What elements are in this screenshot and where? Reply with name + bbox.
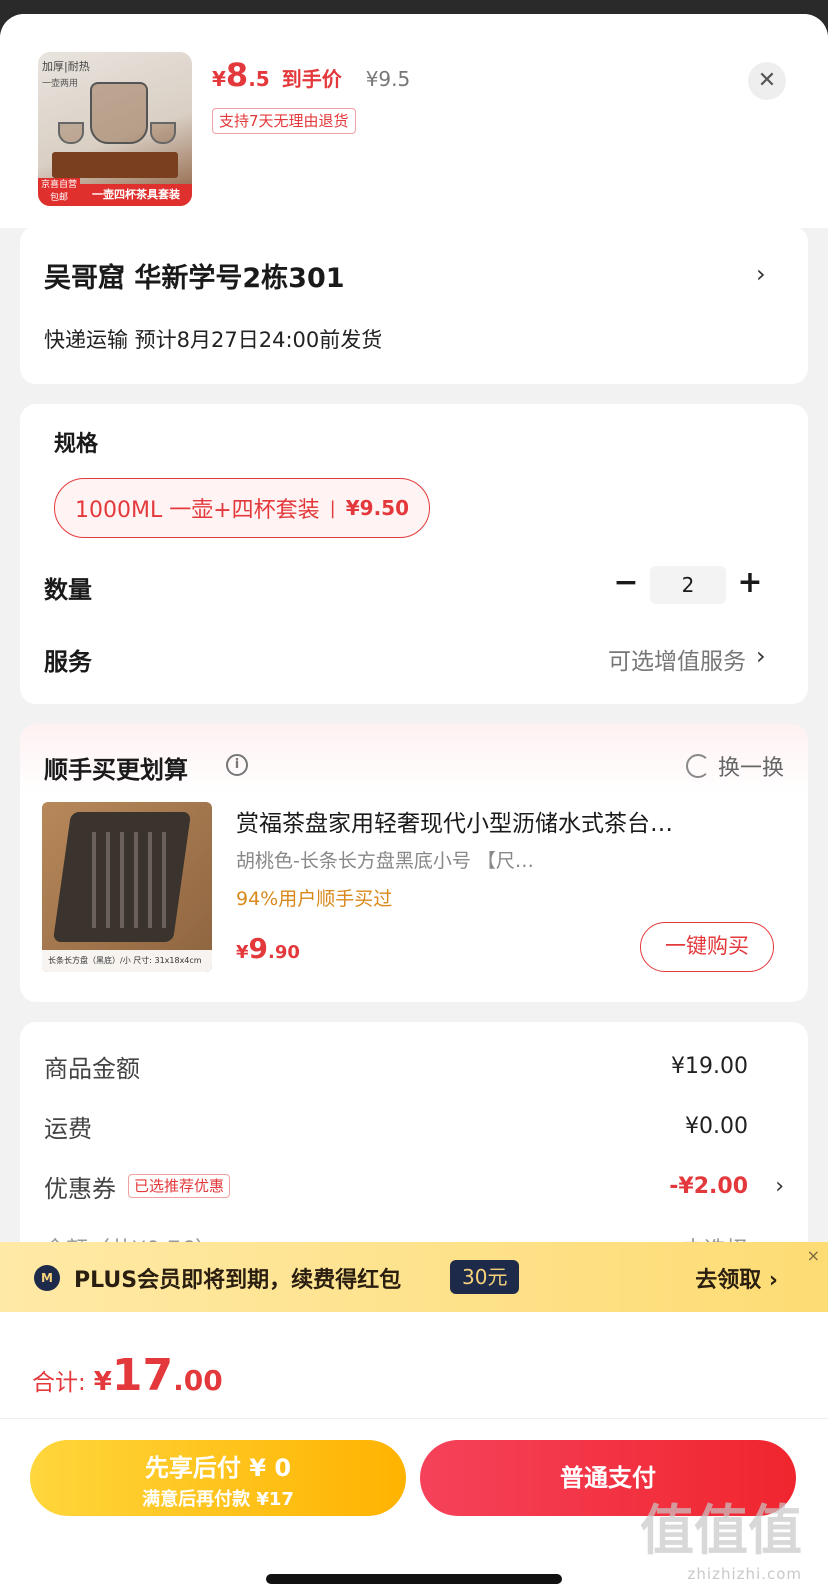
thumb-cup [58, 122, 84, 144]
tray-slat [134, 832, 138, 928]
spec-option-label: 1000ML 一壶+四杯套装 [75, 498, 320, 523]
recommendation-name[interactable]: 赏福茶盘家用轻奢现代小型沥储水式茶台… [236, 804, 756, 838]
tray-slat [162, 832, 166, 928]
address-title: 吴哥窟 华新学号2栋301 [44, 263, 345, 294]
product-header: 加厚|耐热 一壶两用 京喜自营 包邮 一壶四杯茶具套装 ¥ 8 .5 到手价 ¥… [0, 14, 828, 228]
recommendation-bought-rate: 94%用户顺手买过 [236, 888, 393, 910]
plus-membership-banner[interactable]: M PLUS会员即将到期，续费得红包 30元 去领取 › × [0, 1242, 828, 1312]
recommendation-title: 顺手买更划算 [44, 756, 188, 784]
price-label: 到手价 [281, 67, 342, 91]
return-policy-badge: 支持7天无理由退货 [212, 108, 356, 134]
chevron-right-icon: › [775, 1173, 784, 1199]
product-thumbnail: 加厚|耐热 一壶两用 京喜自营 包邮 一壶四杯茶具套装 [38, 52, 192, 206]
tray-slat [106, 832, 110, 928]
quantity-label: 数量 [44, 576, 92, 604]
thumb-caption-2: 一壶两用 [42, 79, 79, 89]
refresh-icon [685, 754, 710, 778]
quantity-input[interactable]: 2 [650, 566, 726, 604]
shipping-info: 快递运输 预计8月27日24:00前发货 [44, 328, 383, 352]
recommendation-spec[interactable]: 胡桃色-长条长方盘黑底小号 【尺… [236, 846, 636, 873]
spec-option-selected[interactable]: 1000ML 一壶+四杯套装 | ¥9.50 [54, 478, 430, 538]
watermark: 值值值 zhizhizhi.com [640, 1486, 802, 1583]
recommendation-price: ¥ 9 .90 [236, 932, 300, 965]
plus-claim-button[interactable]: 去领取 › [695, 1262, 778, 1294]
total-price: 合计: ¥ 17 .00 [32, 1350, 223, 1401]
total-decimal: .00 [173, 1364, 223, 1397]
service-label: 服务 [44, 648, 92, 676]
image-caption: 长条长方盘（黑底）/小 尺寸: 31x18x4cm [42, 950, 212, 972]
summary-row-freight: 运费 ¥0.00 [44, 1106, 784, 1146]
thumb-caption-1: 加厚|耐热 [42, 60, 90, 73]
thumb-tray [52, 152, 178, 178]
coupon-value: -¥2.00 [669, 1173, 748, 1199]
price-integer: 9 [248, 932, 269, 965]
thumb-badge-set: 一壶四杯茶具套装 [80, 184, 192, 206]
tray-slat [148, 832, 152, 928]
watermark-url: zhizhizhi.com [687, 1565, 802, 1583]
spec-separator: | [329, 497, 336, 519]
goods-amount-label: 商品金额 [44, 1054, 140, 1083]
coupon-label: 优惠券 [44, 1174, 116, 1203]
spec-card: 规格 1000ML 一壶+四杯套装 | ¥9.50 数量 − 2 + 服务 可选… [20, 404, 808, 704]
close-icon: ✕ [757, 68, 777, 93]
freight-label: 运费 [44, 1114, 92, 1143]
summary-row-coupon[interactable]: 优惠券 已选推荐优惠 -¥2.00 › [44, 1166, 784, 1206]
recommendation-card: 顺手买更划算 i 换一换 长条长方盘（黑底）/小 尺寸: 31x18x4cm 赏… [20, 724, 808, 1002]
price-decimal: .90 [268, 942, 300, 963]
checkout-footer: 合计: ¥ 17 .00 先享后付 ¥ 0 满意后再付款 ¥17 普通支付 值值… [0, 1312, 828, 1595]
close-button[interactable]: ✕ [748, 62, 786, 100]
footer-divider [0, 1418, 828, 1419]
freight-value: ¥0.00 [685, 1113, 748, 1139]
total-label: 合计: [32, 1370, 86, 1396]
pay-later-title: 先享后付 ¥ 0 [144, 1454, 292, 1482]
plus-banner-text: PLUS会员即将到期，续费得红包 [74, 1268, 402, 1293]
original-price: ¥9.5 [365, 67, 411, 91]
watermark-logo: 值值值 [640, 1499, 802, 1562]
banner-close-icon[interactable]: × [807, 1246, 820, 1265]
checkout-sheet: 加厚|耐热 一壶两用 京喜自营 包邮 一壶四杯茶具套装 ¥ 8 .5 到手价 ¥… [0, 14, 828, 1595]
chevron-right-icon: › [756, 260, 766, 288]
goods-amount-value: ¥19.00 [671, 1053, 748, 1079]
quantity-increase-button[interactable]: + [732, 566, 768, 602]
quantity-decrease-button[interactable]: − [608, 566, 644, 602]
service-value[interactable]: 可选增值服务 [608, 642, 746, 676]
price-integer: 8 [225, 56, 249, 94]
coupon-tag: 已选推荐优惠 [128, 1174, 231, 1198]
refresh-button[interactable]: 换一换 [685, 750, 784, 782]
price-symbol: ¥ [236, 942, 249, 963]
spec-label: 规格 [54, 432, 99, 457]
thumb-badge-free-shipping: 京喜自营 包邮 [38, 178, 80, 206]
refresh-label: 换一换 [717, 756, 784, 781]
price-row: ¥ 8 .5 到手价 ¥9.5 [212, 56, 410, 94]
price-decimal: .5 [248, 67, 270, 91]
pay-later-button[interactable]: 先享后付 ¥ 0 满意后再付款 ¥17 [30, 1440, 406, 1516]
spec-option-price: ¥9.50 [345, 496, 409, 520]
thumb-teapot [90, 82, 148, 144]
tray-slat [120, 832, 124, 928]
one-click-buy-button[interactable]: 一键购买 [640, 922, 774, 972]
info-icon[interactable]: i [226, 754, 248, 776]
plus-crown-icon: M [34, 1265, 60, 1291]
price-symbol: ¥ [212, 67, 226, 91]
total-integer: 17 [111, 1350, 174, 1401]
chevron-right-icon[interactable]: › [756, 642, 766, 670]
summary-row-goods: 商品金额 ¥19.00 [44, 1046, 784, 1086]
address-card[interactable]: 吴哥窟 华新学号2栋301 快递运输 预计8月27日24:00前发货 › [20, 226, 808, 384]
total-symbol: ¥ [93, 1367, 112, 1397]
order-summary-card: 商品金额 ¥19.00 运费 ¥0.00 优惠券 已选推荐优惠 -¥2.00 ›… [20, 1022, 808, 1263]
plus-red-packet-badge: 30元 [450, 1260, 520, 1294]
tray-slat [92, 832, 96, 928]
thumb-cup [150, 122, 176, 144]
pay-later-subtitle: 满意后再付款 ¥17 [142, 1489, 294, 1510]
recommendation-image[interactable]: 长条长方盘（黑底）/小 尺寸: 31x18x4cm [42, 802, 212, 972]
home-indicator[interactable] [266, 1574, 562, 1584]
